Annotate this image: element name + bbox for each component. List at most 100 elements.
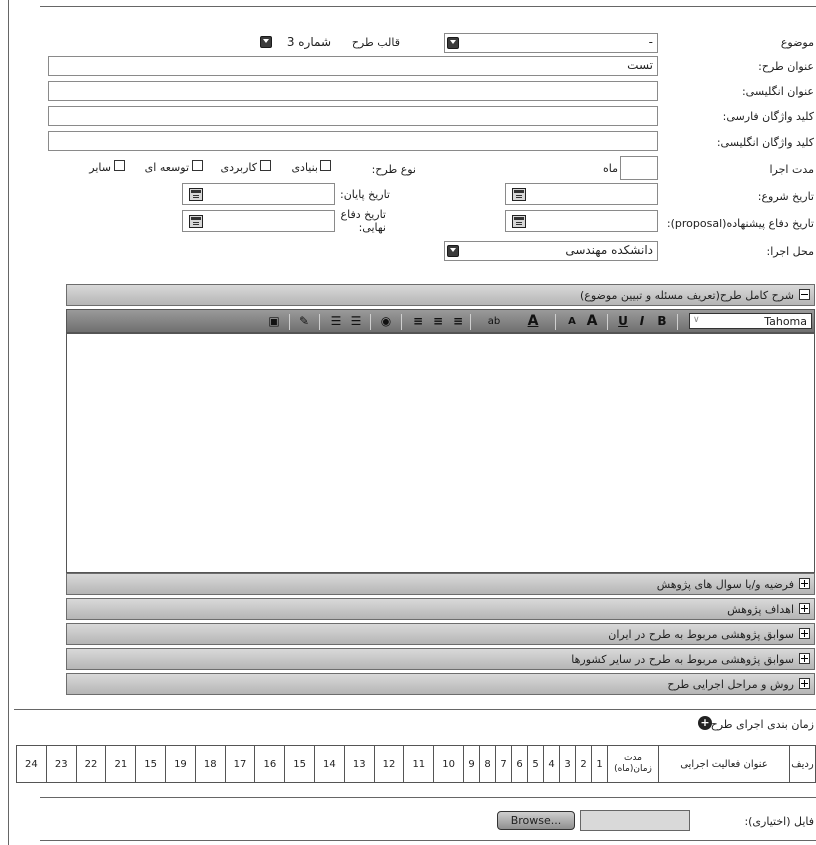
font-value: Tahoma (764, 315, 807, 328)
calendar-icon[interactable] (189, 215, 203, 228)
keywords-fa-label: کلید واژگان فارسی: (722, 110, 814, 123)
template-select[interactable]: شماره 3 (258, 33, 333, 53)
month-cell: 21 (105, 745, 137, 783)
col-duration-header: مدت زمان(ماه) (607, 745, 659, 783)
schedule-title: زمان بندی اجرای طرح (710, 718, 814, 731)
section-title: سوابق پژوهشی مربوط به طرح در ایران (608, 628, 794, 641)
bold-button[interactable]: B (655, 314, 669, 329)
font-shrink-button[interactable]: A (565, 314, 579, 329)
font-grow-button[interactable]: A (585, 314, 599, 329)
file-divider-top (40, 797, 816, 798)
end-date-label: تاریخ پایان: (340, 188, 390, 201)
duration-input[interactable] (620, 156, 658, 180)
toolbar-separator (319, 314, 320, 330)
expand-icon[interactable] (799, 603, 810, 614)
subject-select[interactable]: - (444, 33, 658, 53)
calendar-icon[interactable] (189, 188, 203, 201)
month-cell: 17 (224, 745, 256, 783)
panel-header-hypotheses[interactable]: فرضیه و/یا سوال های پژوهش (66, 573, 815, 595)
table-row: ردیف عنوان فعالیت اجرایی مدت زمان(ماه) 1… (16, 745, 816, 783)
type-option-development: توسعه ای (144, 161, 189, 174)
month-cell: 9 (463, 745, 480, 783)
add-icon[interactable]: + (698, 716, 712, 730)
top-divider (40, 6, 816, 7)
color-picker-icon[interactable]: ◉ (379, 314, 393, 329)
col-duration-line2: زمان(ماه) (614, 764, 652, 774)
location-value: دانشکده مهندسی (565, 243, 653, 257)
location-label: محل اجرا: (766, 245, 814, 258)
font-select[interactable]: Tahoma ∨ (689, 313, 812, 329)
word-paste-icon[interactable]: ▣ (267, 314, 281, 329)
month-cell: 10 (433, 745, 464, 783)
underline-button[interactable]: U (616, 314, 630, 329)
title-en-input[interactable] (48, 81, 658, 101)
left-divider (8, 0, 9, 845)
month-cell: 3 (559, 745, 576, 783)
toolbar-separator (289, 314, 290, 330)
final-defense-input[interactable] (182, 210, 335, 232)
type-checkbox-development[interactable] (192, 160, 203, 171)
proposal-defense-label: تاریخ دفاع پیشنهاده(proposal): (666, 217, 814, 230)
month-cell: 12 (373, 745, 405, 783)
file-path-input[interactable] (580, 810, 690, 831)
duration-label: مدت اجرا (769, 163, 815, 176)
type-checkbox-applied[interactable] (260, 160, 271, 171)
calendar-icon[interactable] (512, 188, 526, 201)
numbered-list-icon[interactable]: ☰ (349, 314, 363, 329)
toolbar-separator (677, 314, 678, 330)
expand-icon[interactable] (799, 653, 810, 664)
edit-html-icon[interactable]: ✎ (297, 314, 311, 329)
month-cell: 11 (403, 745, 435, 783)
align-left-icon[interactable]: ≡ (411, 314, 425, 329)
month-cell: 8 (479, 745, 496, 783)
italic-button[interactable]: I (635, 314, 649, 329)
month-cell: 13 (343, 745, 375, 783)
schedule-divider-top (14, 709, 816, 710)
bullet-list-icon[interactable]: ☰ (329, 314, 343, 329)
panel-header-iran-research[interactable]: سوابق پژوهشی مربوط به طرح در ایران (66, 623, 815, 645)
align-right-icon[interactable]: ≡ (451, 314, 465, 329)
title-en-label: عنوان انگلیسی: (741, 85, 814, 98)
calendar-icon[interactable] (512, 215, 526, 228)
duration-unit: ماه (602, 162, 618, 175)
type-checkbox-other[interactable] (114, 160, 125, 171)
font-color-button[interactable]: A (522, 314, 544, 329)
panel-header-foreign-research[interactable]: سوابق پژوهشی مربوط به طرح در سایر کشورها (66, 648, 815, 670)
panel-header-objectives[interactable]: اهداف پژوهش (66, 598, 815, 620)
keywords-en-label: کلید واژگان انگلیسی: (716, 136, 814, 149)
toolbar-separator (555, 314, 556, 330)
end-date-input[interactable] (182, 183, 335, 205)
bottom-divider (40, 840, 816, 841)
month-cell: 2 (575, 745, 592, 783)
keywords-fa-input[interactable] (48, 106, 658, 126)
col-row-header: ردیف (789, 745, 816, 783)
month-cell: 6 (511, 745, 528, 783)
proposal-defense-input[interactable] (505, 210, 658, 232)
expand-icon[interactable] (799, 678, 810, 689)
chevron-down-icon (260, 36, 272, 48)
month-cell: 1 (591, 745, 608, 783)
spellcheck-button[interactable]: ab (479, 314, 509, 329)
keywords-en-input[interactable] (48, 131, 658, 151)
month-cell: 14 (314, 745, 345, 783)
expand-icon[interactable] (799, 628, 810, 639)
section-title: اهداف پژوهش (727, 603, 794, 616)
browse-button[interactable]: Browse... (497, 811, 575, 830)
title-fa-input[interactable]: تست (48, 56, 658, 76)
title-fa-value: تست (627, 58, 653, 72)
collapse-icon[interactable] (799, 289, 810, 300)
panel-header-description[interactable]: شرح کامل طرح(تعریف مسئله و تبیین موضوع) (66, 284, 815, 306)
col-duration-line1: مدت (623, 753, 643, 763)
month-cell: 7 (495, 745, 512, 783)
type-checkbox-basic[interactable] (320, 160, 331, 171)
location-select[interactable]: دانشکده مهندسی (444, 241, 658, 261)
toolbar-separator (607, 314, 608, 330)
panel-header-methods[interactable]: روش و مراحل اجرایی طرح (66, 673, 815, 695)
toolbar-separator (401, 314, 402, 330)
editor-textarea[interactable] (66, 333, 815, 573)
subject-value: - (648, 35, 653, 49)
expand-icon[interactable] (799, 578, 810, 589)
align-center-icon[interactable]: ≡ (431, 314, 445, 329)
chevron-down-icon: ∨ (693, 315, 700, 325)
start-date-input[interactable] (505, 183, 658, 205)
